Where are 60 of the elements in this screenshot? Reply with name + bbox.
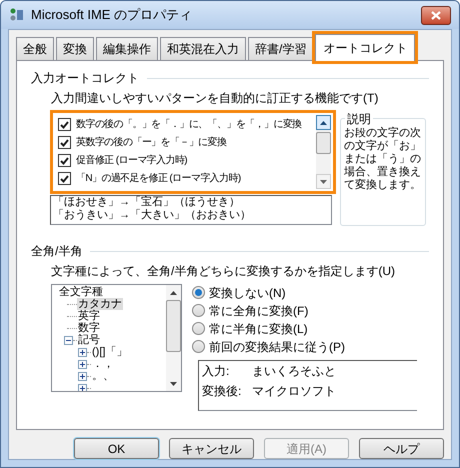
preview-label: 入力: [202,363,230,378]
scroll-down-button[interactable] [316,174,331,189]
checkbox[interactable] [58,136,71,149]
radio-label: 常に半角に変換(L) [209,320,308,338]
expand-icon[interactable] [78,360,87,368]
dialog-button[interactable]: キャンセル [169,438,254,459]
close-button[interactable] [421,6,451,24]
description-text: 入力間違いしやすいパターンを自動的に訂正する機能です(T) [51,90,380,107]
collapse-icon[interactable] [64,336,73,344]
radio-button[interactable] [192,286,205,299]
option-label: 促音修正 (ローマ字入力時) [76,154,188,168]
scroll-up-button[interactable] [316,115,331,130]
tree-item[interactable]: 記号 [77,334,101,346]
option-label: 英数字の後の「ー」を「－」に変換 [76,136,226,150]
checkbox[interactable] [58,118,71,131]
expand-icon[interactable] [78,348,87,356]
preview-label: 変換後: [202,383,242,398]
group-heading: 説明 [345,110,373,128]
section-heading: 入力オートコレクト [31,70,139,87]
preview-value: マイクロソフト [252,383,336,398]
example-line: 「おうきい」→「大きい」（おおきい） [53,209,252,222]
expand-icon[interactable] [78,384,87,391]
example-line: 「ほおせき」→「宝石」（ほうせき） [53,196,241,209]
radio-button[interactable] [192,340,205,353]
checkbox[interactable] [58,154,71,167]
tab[interactable]: 全般 [16,37,54,60]
checkbox[interactable] [58,172,71,185]
tab[interactable]: オートコレクト [315,34,416,61]
tab[interactable]: 和英混在入力 [160,37,246,60]
radio-button[interactable] [192,304,205,317]
radio-label: 変換しない(N) [209,284,286,302]
scrollbar[interactable] [166,285,181,391]
dialog-button[interactable]: ヘルプ [359,438,444,459]
tree-item[interactable]: カタカナ [77,298,123,310]
option-label: 「N」の過不足を修正 (ローマ字入力時) [76,172,241,186]
radio-label: 常に全角に変換(F) [209,302,308,320]
up-arrow-icon [170,290,177,294]
window-title: Microsoft IME のプロパティ [31,6,194,24]
down-arrow-icon [320,180,327,184]
close-icon [431,10,441,20]
option-label: 数字の後の「。」を「．」に、「、」を「，」に変換 [76,118,302,132]
tree-item[interactable]: 全文字種 [58,286,104,298]
tree-item[interactable]: 数字 [77,322,101,334]
tree-item[interactable]: 英字 [77,310,101,322]
dialog-button[interactable]: OK [74,438,159,459]
preview-value: まいくろそふと [252,363,336,378]
tab[interactable]: 編集操作 [96,37,158,60]
down-arrow-icon [170,382,177,386]
app-icon [9,7,25,23]
expand-icon[interactable] [78,372,87,380]
tab[interactable]: 変換 [56,37,94,60]
scrollbar[interactable] [316,115,331,189]
section-heading: 全角/半角 [31,243,82,260]
radio-label: 前回の変換結果に従う(P) [209,338,345,356]
scroll-thumb[interactable] [166,300,181,352]
description-text: 文字種によって、全角/半角どちらに変換するかを指定します(U) [51,263,396,280]
up-arrow-icon [320,120,327,124]
tab[interactable]: 辞書/学習 [248,37,314,60]
scroll-thumb[interactable] [316,132,331,154]
radio-button[interactable] [192,322,205,335]
